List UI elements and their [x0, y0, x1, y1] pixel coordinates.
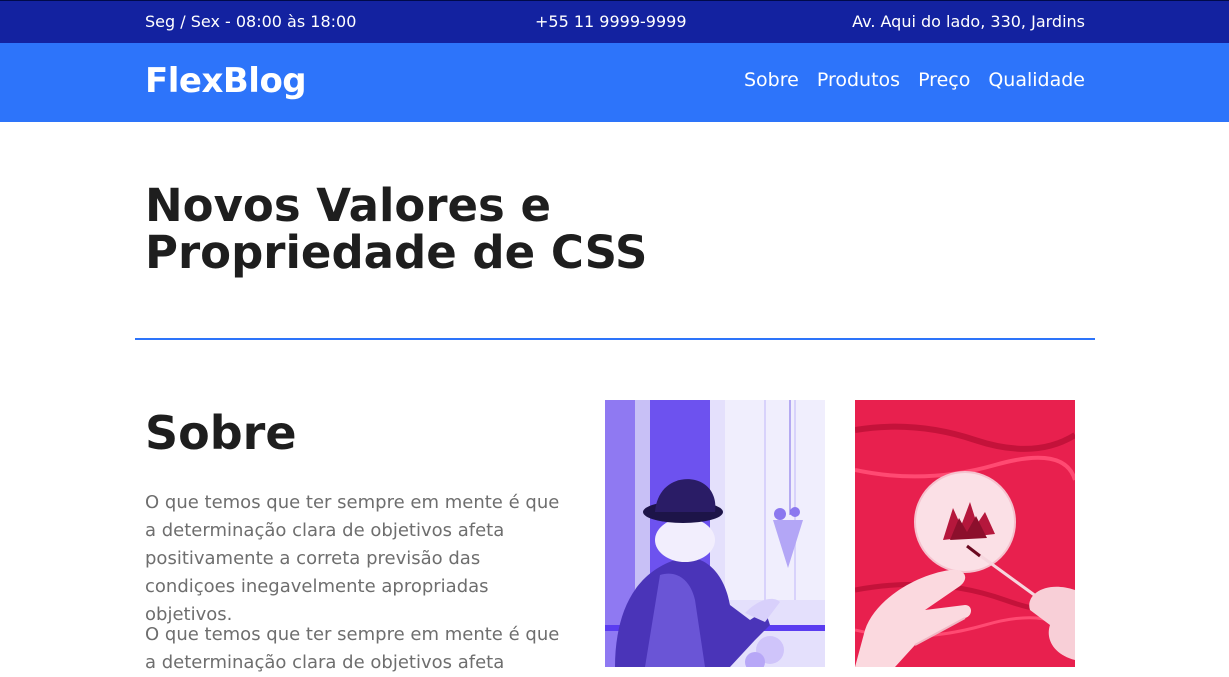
nav-link-preco[interactable]: Preço: [918, 69, 970, 91]
about-title: Sobre: [145, 406, 297, 460]
nav-link-produtos[interactable]: Produtos: [817, 69, 900, 91]
section-divider: [135, 338, 1095, 340]
site-header: FlexBlog Sobre Produtos Preço Qualidade: [0, 43, 1229, 122]
page-title: Novos Valores e Propriedade de CSS: [145, 179, 648, 279]
nav-link-sobre[interactable]: Sobre: [744, 69, 799, 91]
main-nav: Sobre Produtos Preço Qualidade: [744, 69, 1085, 91]
nav-link-qualidade[interactable]: Qualidade: [988, 69, 1085, 91]
address: Av. Aqui do lado, 330, Jardins: [852, 12, 1085, 31]
phone-number: +55 11 9999-9999: [535, 12, 687, 31]
about-paragraph: O que temos que ter sempre em mente é qu…: [145, 492, 560, 625]
top-info-bar: Seg / Sex - 08:00 às 18:00 +55 11 9999-9…: [0, 0, 1229, 43]
site-logo[interactable]: FlexBlog: [145, 61, 307, 101]
woman-in-hat-photo: [605, 400, 825, 667]
about-paragraph: O que temos que ter sempre em mente é qu…: [145, 624, 560, 673]
opening-hours: Seg / Sex - 08:00 às 18:00: [145, 12, 357, 31]
painting-hands-photo: [855, 400, 1075, 667]
